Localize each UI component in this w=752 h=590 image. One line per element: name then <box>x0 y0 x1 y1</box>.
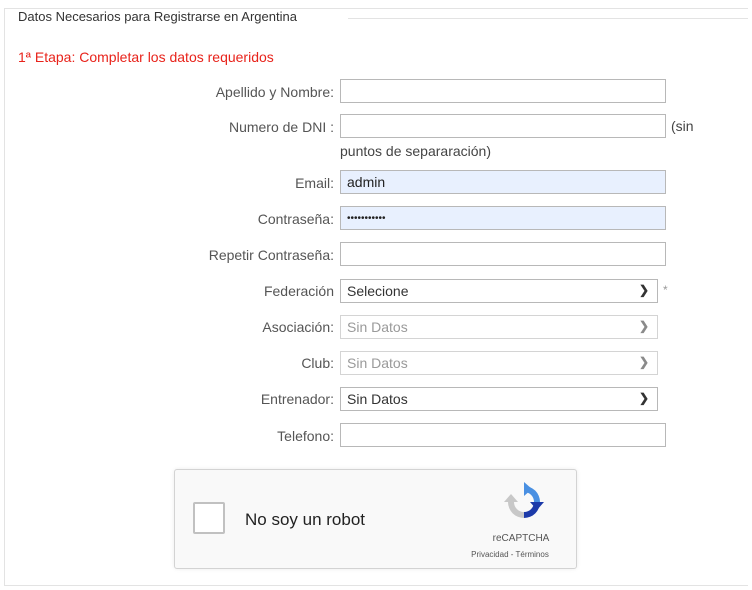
dni-hint-end: puntos de separaración) <box>340 143 491 159</box>
chevron-down-icon: ❯ <box>638 283 649 297</box>
asociacion-selected-value: Sin Datos <box>347 319 408 335</box>
password-input[interactable] <box>340 206 666 230</box>
federacion-label: Federación <box>263 283 334 299</box>
club-label: Club: <box>301 355 334 371</box>
chevron-down-icon: ❯ <box>638 355 649 369</box>
club-select[interactable]: Sin Datos ❯ <box>340 351 658 375</box>
apellido-nombre-label: Apellido y Nombre: <box>215 84 334 100</box>
entrenador-select[interactable]: Sin Datos ❯ <box>340 387 658 411</box>
asociacion-select[interactable]: Sin Datos ❯ <box>340 315 658 339</box>
fieldset-border-line <box>348 18 748 19</box>
telefono-label: Telefono: <box>277 428 334 444</box>
asociacion-label: Asociación: <box>262 319 334 335</box>
entrenador-selected-value: Sin Datos <box>347 391 408 407</box>
recaptcha-checkbox[interactable] <box>193 502 225 534</box>
federacion-select[interactable]: Selecione ❯ <box>340 279 658 303</box>
password-label: Contraseña: <box>257 211 334 227</box>
recaptcha-widget: No soy un robot reCAPTCHA Privacidad - T… <box>174 469 577 569</box>
repeat-password-label: Repetir Contraseña: <box>208 247 334 263</box>
email-input[interactable] <box>340 170 666 194</box>
telefono-input[interactable] <box>340 423 666 447</box>
stage-title: 1ª Etapa: Completar los datos requeridos <box>18 49 274 65</box>
recaptcha-brand: reCAPTCHA <box>492 533 550 544</box>
dni-input[interactable] <box>340 114 666 138</box>
required-marker: * <box>663 283 668 297</box>
repeat-password-input[interactable] <box>340 242 666 266</box>
entrenador-label: Entrenador: <box>260 391 334 407</box>
dni-label: Numero de DNI : <box>228 119 334 135</box>
recaptcha-logo-icon <box>504 482 544 518</box>
recaptcha-privacy-terms-links[interactable]: Privacidad - Términos <box>457 550 563 559</box>
email-label: Email: <box>295 175 334 191</box>
recaptcha-label: No soy un robot <box>245 510 366 529</box>
fieldset-legend: Datos Necesarios para Registrarse en Arg… <box>14 9 301 24</box>
chevron-down-icon: ❯ <box>638 391 649 405</box>
dni-hint-start: (sin <box>671 118 694 134</box>
federacion-selected-value: Selecione <box>347 283 409 299</box>
apellido-nombre-input[interactable] <box>340 79 666 103</box>
chevron-down-icon: ❯ <box>638 319 649 333</box>
club-selected-value: Sin Datos <box>347 355 408 371</box>
